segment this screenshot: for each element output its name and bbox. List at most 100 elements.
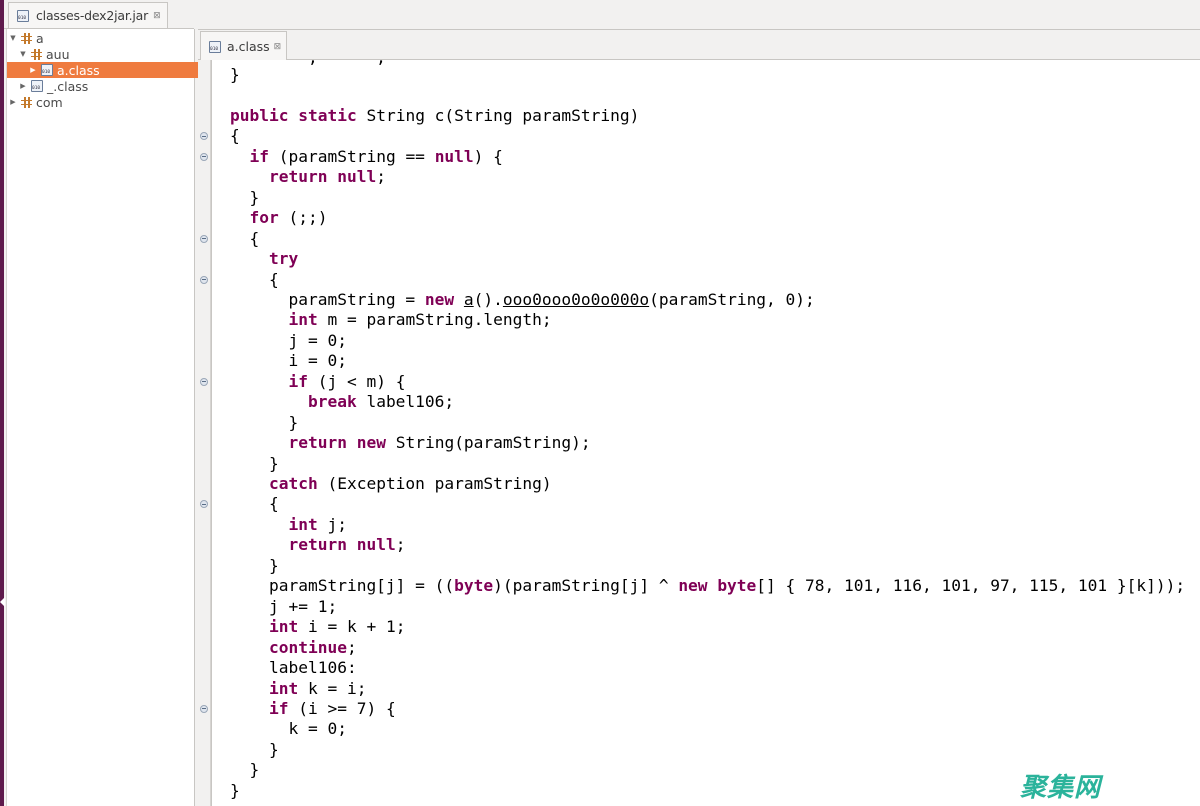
code-editor[interactable]: ; ; } public static String c(String param… [211,60,1200,806]
code-line: i = 0; [230,351,346,371]
code-text: (i >= 7) { [288,698,396,718]
launcher-active-indicator-icon [0,597,5,607]
keyword: for [249,208,279,228]
package-icon [21,96,32,108]
keyword: catch [268,474,318,493]
close-icon[interactable]: ⊠ [274,42,282,52]
code-text: { [230,126,240,146]
code-text: } [230,780,240,800]
expanded-arrow-icon[interactable]: ▼ [18,50,28,58]
code-line: { [230,494,279,514]
code-line: int i = k + 1; [230,617,405,637]
tree-item[interactable]: ▶ _.class [7,78,203,94]
code-line: if (paramString == null) { [230,147,503,167]
explorer-tab[interactable]: classes-dex2jar.jar ⊠ [8,2,168,28]
fold-collapse-icon[interactable] [200,500,208,509]
fold-collapse-icon[interactable] [200,234,208,243]
code-text: paramString = [230,289,425,309]
keyword: int [268,617,299,637]
code-line: j = 0; [230,330,347,351]
code-line: break label106; [230,392,454,412]
code-line: k = 0; [230,719,346,739]
code-line: int k = i; [230,679,366,699]
close-icon[interactable]: ⊠ [153,11,161,21]
code-line: } [230,556,279,576]
code-line: { [230,270,279,290]
keyword: new [356,433,386,453]
code-text: } [230,760,260,780]
code-line: try [230,249,298,269]
code-line: } [230,781,240,801]
tree-item[interactable]: ▶ a.class [7,62,213,78]
keyword: if [249,146,270,166]
code-text: (paramString == [269,146,435,166]
editor-tabbar: a.class ⊠ [198,29,1200,61]
package-icon [31,48,42,60]
code-text: (). [473,289,503,309]
tree-item[interactable]: ▼ auu [7,46,203,62]
code-text: String(paramString); [385,433,591,453]
code-line: return null; [230,167,386,187]
fold-collapse-icon[interactable] [200,152,208,161]
watermark: 聚集网 [1020,773,1102,803]
collapsed-arrow-icon[interactable]: ▶ [28,66,38,74]
tree-item[interactable]: ▼ a [7,30,193,46]
code-text: j; [317,514,347,534]
keyword: null [434,146,474,166]
code-text: ) { [473,146,503,166]
code-line: { [230,126,240,146]
class-file-icon [31,80,43,92]
code-text: ; [376,167,386,187]
tree-item-label: a [36,30,44,46]
tree-item[interactable]: ▶ com [7,94,193,110]
code-text: { [230,494,279,514]
code-text: { [230,228,260,248]
keyword: new [678,576,708,596]
fold-collapse-icon[interactable] [200,377,208,386]
keyword: int [288,514,318,534]
code-text: label106; [356,392,455,412]
code-link[interactable]: ooo0ooo0o0o000o [503,290,649,309]
keyword: return [268,167,328,187]
code-text: i = k + 1; [298,617,406,637]
code-text: j = 0; [230,330,347,350]
collapsed-arrow-icon[interactable]: ▶ [18,82,28,90]
code-line: continue; [230,638,357,658]
fold-collapse-icon[interactable] [200,132,208,141]
editor-tab-a-class[interactable]: a.class ⊠ [200,31,288,61]
code-link[interactable]: a [464,290,474,309]
keyword: int [268,678,299,698]
code-line: } [230,740,279,760]
keyword: int [288,310,318,330]
fold-collapse-icon[interactable] [200,275,208,284]
tree-item-label: a.class [57,62,100,78]
expanded-arrow-icon[interactable]: ▼ [8,34,18,42]
code-line: } [230,65,240,85]
code-line: if (i >= 7) { [230,699,396,719]
editor-tab-label: a.class [227,39,270,54]
code-text: (paramString, 0); [649,289,815,309]
collapsed-arrow-icon[interactable]: ▶ [8,98,18,106]
keyword: new [424,289,455,309]
code-text: String c(String paramString) [356,105,640,125]
keyword: null [356,535,396,555]
class-file-icon [41,64,53,76]
code-text: } [230,453,279,473]
code-line: public static String c(String paramStrin… [230,106,639,126]
fold-collapse-icon[interactable] [200,704,208,713]
code-text: } [230,187,260,207]
keyword: public [230,105,289,125]
keyword: break [307,392,357,412]
